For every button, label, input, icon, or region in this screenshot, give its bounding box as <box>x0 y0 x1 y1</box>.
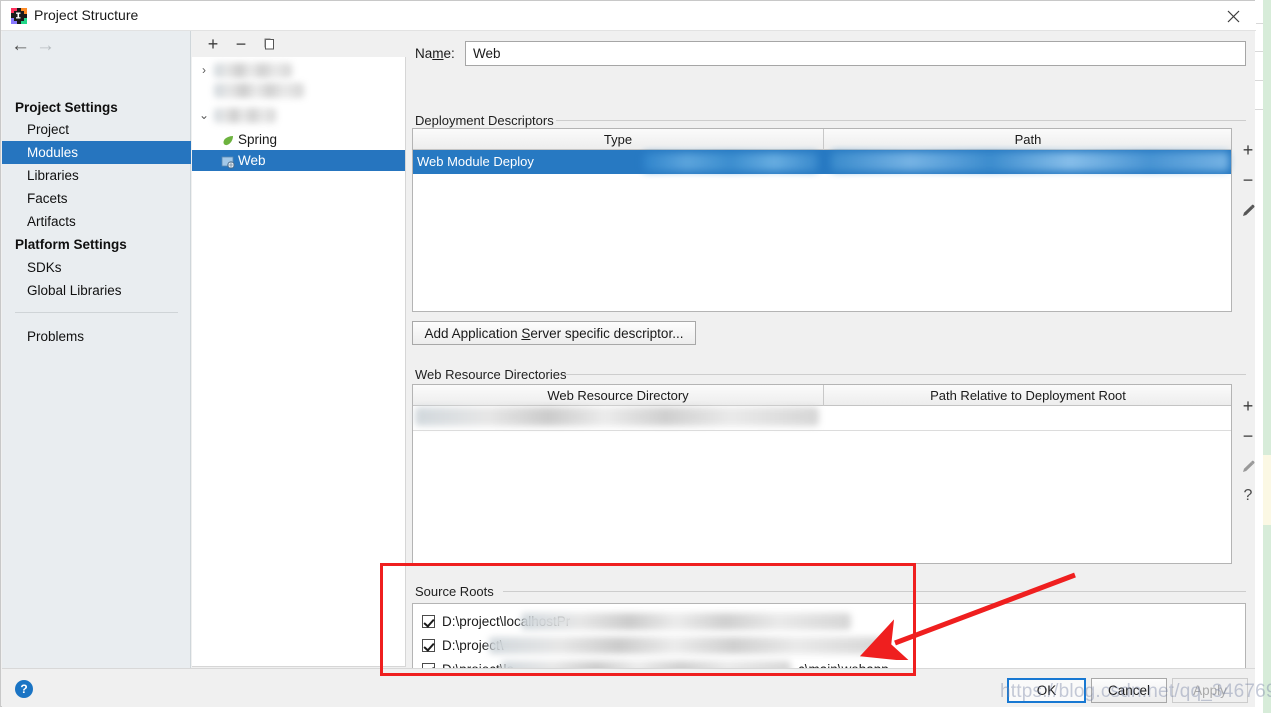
sidebar-nav-arrows: ← → <box>2 31 191 61</box>
tree-row[interactable] <box>192 81 405 102</box>
help-icon[interactable]: ? <box>1236 482 1260 510</box>
module-tree-toolbar: + − <box>191 31 407 57</box>
settings-sidebar: ← → Project Settings Project Modules Lib… <box>2 31 191 668</box>
section-rule <box>503 591 1246 592</box>
table-row[interactable]: Web Module Deploy <box>413 150 1231 174</box>
add-application-server-descriptor-button[interactable]: Add Application Server specific descript… <box>412 321 696 345</box>
module-tree[interactable]: › ⌄ Spring Web <box>192 57 406 667</box>
remove-icon[interactable]: − <box>1236 166 1260 194</box>
column-header-web-resource-directory[interactable]: Web Resource Directory <box>413 385 823 406</box>
web-module-icon <box>221 154 235 169</box>
sidebar-item-artifacts[interactable]: Artifacts <box>2 210 191 233</box>
tree-row-web[interactable]: Web <box>192 150 405 171</box>
background-right-yellow-strip <box>1263 455 1271 525</box>
web-resource-directories-actions: + − ? <box>1236 384 1260 564</box>
button-label: Add Application Server specific descript… <box>424 325 684 341</box>
deployment-descriptors-table[interactable]: Type Path Web Module Deploy <box>412 128 1232 312</box>
redacted-directory-value <box>415 407 819 426</box>
project-structure-dialog: Project Structure ← → Project Settings P… <box>0 0 1256 707</box>
spring-leaf-icon <box>221 133 235 147</box>
redacted-path <box>489 637 883 654</box>
sidebar-item-project[interactable]: Project <box>2 118 191 141</box>
source-root-row[interactable]: D:\project\localhostPr <box>413 610 1245 634</box>
redacted-type-value <box>643 153 818 171</box>
sidebar-item-problems[interactable]: Problems <box>2 325 191 348</box>
close-icon[interactable] <box>1210 1 1256 31</box>
tree-row[interactable]: ⌄ <box>192 105 405 126</box>
redacted-module-name <box>214 63 292 78</box>
source-root-checkbox[interactable] <box>422 639 435 652</box>
deployment-descriptors-title: Deployment Descriptors <box>415 113 554 128</box>
arrow-right-icon[interactable]: → <box>36 36 55 55</box>
help-icon[interactable]: ? <box>15 680 33 698</box>
chevron-down-icon[interactable]: ⌄ <box>197 105 211 126</box>
redacted-module-name <box>214 108 276 123</box>
column-header-path-relative[interactable]: Path Relative to Deployment Root <box>824 385 1232 406</box>
module-tree-panel: + − › ⌄ Spring Web <box>191 31 407 668</box>
row-divider <box>413 430 1231 431</box>
copy-icon[interactable] <box>258 33 280 55</box>
add-module-icon[interactable]: + <box>202 33 224 55</box>
section-rule <box>556 120 1246 121</box>
add-icon[interactable]: + <box>1236 392 1260 420</box>
tree-item-label: Spring <box>238 132 278 147</box>
section-rule <box>564 374 1246 375</box>
sidebar-group-project-settings: Project Settings <box>15 100 118 115</box>
module-settings-panel: Name: Web Deployment Descriptors Type Pa… <box>408 31 1255 693</box>
tree-row-spring[interactable]: Spring <box>192 129 405 150</box>
sidebar-divider <box>15 312 178 313</box>
sidebar-item-facets[interactable]: Facets <box>2 187 191 210</box>
web-resource-directories-title: Web Resource Directories <box>415 367 567 382</box>
remove-module-icon[interactable]: − <box>230 33 252 55</box>
chevron-right-icon[interactable]: › <box>197 60 211 81</box>
tree-row[interactable]: › <box>192 60 405 81</box>
source-root-row[interactable]: D:\project\ <box>413 634 1245 658</box>
name-label: Name: <box>415 46 455 61</box>
web-resource-directories-table[interactable]: Web Resource Directory Path Relative to … <box>412 384 1232 564</box>
table-header: Type Path <box>413 129 1231 150</box>
remove-icon[interactable]: − <box>1236 422 1260 450</box>
redacted-path <box>521 613 851 630</box>
redacted-path-value <box>831 152 1229 171</box>
column-header-type[interactable]: Type <box>413 129 823 150</box>
source-root-checkbox[interactable] <box>422 615 435 628</box>
redacted-module-name <box>214 83 304 98</box>
name-input[interactable]: Web <box>465 41 1246 66</box>
add-icon[interactable]: + <box>1236 136 1260 164</box>
watermark: https://blog.csdn.net/qq_34676998 <box>1000 681 1271 702</box>
table-header: Web Resource Directory Path Relative to … <box>413 385 1231 406</box>
dialog-title: Project Structure <box>34 7 139 23</box>
source-roots-title: Source Roots <box>415 584 494 599</box>
sidebar-item-sdks[interactable]: SDKs <box>2 256 191 279</box>
dialog-titlebar: Project Structure <box>1 1 1256 31</box>
sidebar-item-global-libraries[interactable]: Global Libraries <box>2 279 191 302</box>
column-header-path[interactable]: Path <box>824 129 1232 150</box>
sidebar-item-libraries[interactable]: Libraries <box>2 164 191 187</box>
tree-item-label: Web <box>238 153 266 168</box>
sidebar-group-platform-settings: Platform Settings <box>15 237 127 252</box>
arrow-left-icon[interactable]: ← <box>11 36 30 55</box>
background-right-green-strip <box>1263 0 1271 713</box>
edit-pencil-icon[interactable] <box>1236 452 1260 480</box>
table-row[interactable] <box>413 406 1231 430</box>
deployment-descriptors-actions: + − <box>1236 128 1260 312</box>
intellij-idea-icon <box>11 8 27 24</box>
edit-pencil-icon[interactable] <box>1236 196 1260 224</box>
sidebar-item-modules[interactable]: Modules <box>2 141 191 164</box>
